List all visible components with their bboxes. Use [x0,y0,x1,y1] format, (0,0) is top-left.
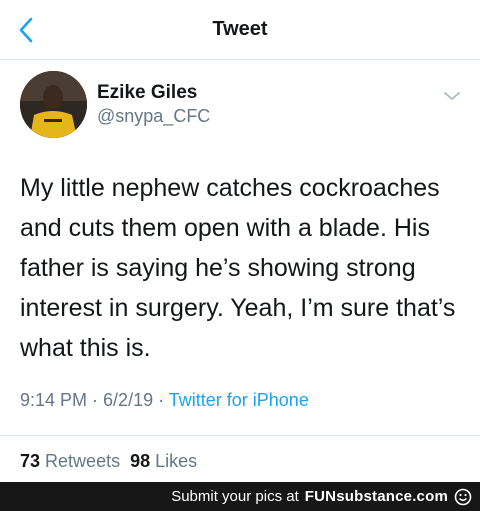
likes-label: Likes [155,451,198,471]
top-bar: Tweet [0,0,480,60]
chevron-left-icon [19,17,33,43]
tweet-menu-button[interactable] [440,86,464,106]
retweets-label: Retweets [45,451,121,471]
tweet-time: 9:14 PM [20,390,88,410]
avatar-image [20,71,87,138]
retweets-stat[interactable]: 73 Retweets [20,451,120,471]
display-name[interactable]: Ezike Giles [97,82,197,104]
tweet-date: 6/2/19 [103,390,154,410]
tweet-stats: 73 Retweets 98 Likes [20,451,197,472]
likes-stat[interactable]: 98 Likes [130,451,197,471]
watermark-brand: FUNsubstance.com [304,488,448,505]
watermark-bar: Submit your pics at FUNsubstance.com [0,482,480,511]
tweet-page: Tweet Ezike Giles @snypa_CFC My little n… [0,0,480,511]
page-title: Tweet [212,18,268,40]
tweet-meta: 9:14 PM · 6/2/19 · Twitter for iPhone [20,390,309,411]
watermark-text: Submit your pics at [171,488,299,505]
retweets-count: 73 [20,451,41,471]
avatar[interactable] [20,71,87,138]
meta-separator: · [87,390,104,410]
tweet-text: My little nephew catches cockroaches and… [20,174,456,362]
funsubstance-logo-icon [454,488,472,505]
tweet-source-link[interactable]: Twitter for iPhone [169,390,309,410]
user-handle[interactable]: @snypa_CFC [97,106,210,127]
chevron-down-icon [444,92,460,100]
back-button[interactable] [12,14,40,46]
likes-count: 98 [130,451,151,471]
divider [0,435,480,436]
meta-separator-2: · [153,390,169,410]
